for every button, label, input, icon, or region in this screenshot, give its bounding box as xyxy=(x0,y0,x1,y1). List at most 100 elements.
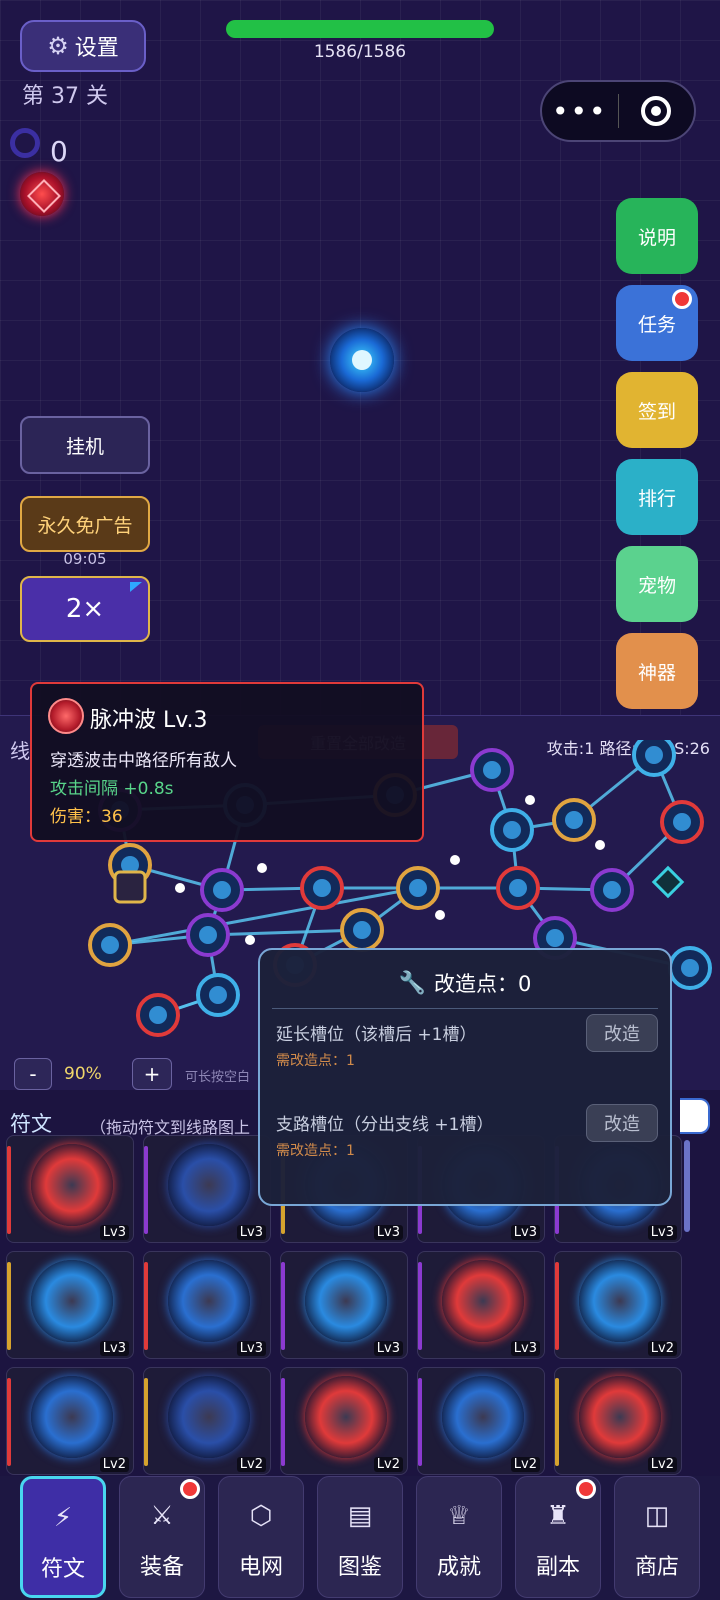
circuit-node-core xyxy=(409,879,427,897)
rune-level: Lv2 xyxy=(647,1341,677,1356)
rune-slot[interactable]: Lv3 xyxy=(6,1251,134,1359)
power-source-icon[interactable] xyxy=(113,870,147,904)
circuit-hint: 可长按空白 xyxy=(185,1070,251,1085)
rune-slot[interactable]: Lv3 xyxy=(6,1135,134,1243)
rarity-stripe xyxy=(144,1378,148,1466)
rarity-stripe xyxy=(7,1378,11,1466)
nav-tab-sword[interactable]: ⚔ 装备 xyxy=(119,1476,205,1598)
settings-button[interactable]: ⚙ 设置 xyxy=(20,20,146,72)
rarity-stripe xyxy=(418,1378,422,1466)
rune-section-title: 符文 xyxy=(10,1112,52,1136)
zoom-out-button[interactable]: - xyxy=(14,1058,52,1090)
speed-button[interactable]: 2× xyxy=(20,576,150,642)
modify-button[interactable]: 改造 xyxy=(586,1104,658,1142)
nav-tab-label: 符文 xyxy=(40,1557,85,1582)
circuit-junction xyxy=(450,855,460,865)
rune-icon xyxy=(168,1144,250,1226)
speed-label: 2× xyxy=(65,594,105,624)
gear-icon: ⚙ xyxy=(47,32,69,60)
modal-header: 🔧 改造点：0 xyxy=(260,968,670,998)
hp-bar-fill xyxy=(226,20,494,38)
nav-tab-castle[interactable]: ♜ 副本 xyxy=(515,1476,601,1598)
rune-slot[interactable]: Lv2 xyxy=(417,1367,545,1475)
rune-level: Lv3 xyxy=(373,1341,403,1356)
side-menu-button[interactable]: 排行 xyxy=(616,459,698,535)
rarity-stripe xyxy=(555,1262,559,1350)
notification-dot xyxy=(672,289,692,309)
zoom-in-button[interactable]: + xyxy=(132,1058,172,1090)
circuit-node-core xyxy=(565,811,583,829)
side-menu-button[interactable]: 宠物 xyxy=(616,546,698,622)
circuit-node-core xyxy=(483,761,501,779)
nav-tab-label: 成就 xyxy=(436,1555,481,1580)
notification-dot xyxy=(180,1479,200,1499)
rune-slot[interactable]: Lv3 xyxy=(417,1251,545,1359)
nav-tab-hexagon[interactable]: ⬡ 电网 xyxy=(218,1476,304,1598)
circuit-node-core xyxy=(353,921,371,939)
circuit-wire xyxy=(207,928,363,937)
ring-count: 0 xyxy=(50,135,68,168)
rune-level: Lv3 xyxy=(510,1341,540,1356)
rune-scrollbar[interactable] xyxy=(684,1140,690,1232)
side-menu-button[interactable]: 神器 xyxy=(616,633,698,709)
modal-divider xyxy=(272,1008,658,1009)
hp-bar xyxy=(226,20,494,38)
rune-icon xyxy=(31,1260,113,1342)
tooltip-interval: 攻击间隔 +0.8s xyxy=(50,779,174,799)
rarity-stripe xyxy=(555,1378,559,1466)
circuit-node-core xyxy=(509,879,527,897)
zoom-level: 90% xyxy=(64,1064,102,1084)
rune-icon xyxy=(579,1260,661,1342)
rune-slot[interactable]: Lv2 xyxy=(143,1367,271,1475)
rune-icon xyxy=(442,1376,524,1458)
tooltip-description: 穿透波击中路径所有敌人 xyxy=(50,751,237,771)
side-menu-button[interactable]: 签到 xyxy=(616,372,698,448)
circuit-end-diamond-icon xyxy=(651,865,685,899)
rune-level: Lv3 xyxy=(99,1225,129,1240)
rune-level: Lv3 xyxy=(236,1225,266,1240)
no-ads-button[interactable]: 永久免广告 xyxy=(20,496,150,552)
circuit-junction xyxy=(595,840,605,850)
rune-icon xyxy=(442,1260,524,1342)
rune-slot[interactable]: Lv2 xyxy=(554,1367,682,1475)
rune-slot[interactable]: Lv2 xyxy=(554,1251,682,1359)
idle-button[interactable]: 挂机 xyxy=(20,416,150,474)
more-options-icon[interactable]: ••• xyxy=(542,95,618,128)
rune-level: Lv3 xyxy=(99,1341,129,1356)
circuit-node-core xyxy=(503,821,521,839)
rune-slot[interactable]: Lv2 xyxy=(6,1367,134,1475)
trophy-icon: ♕ xyxy=(447,1501,471,1531)
mini-program-capsule: ••• xyxy=(540,80,696,142)
rarity-stripe xyxy=(281,1378,285,1466)
rarity-stripe xyxy=(418,1262,422,1350)
close-target-icon[interactable] xyxy=(619,96,695,126)
circuit-junction xyxy=(175,883,185,893)
sword-icon: ⚔ xyxy=(150,1501,174,1531)
nav-tab-lightning[interactable]: ⚡ 符文 xyxy=(20,1476,106,1598)
nav-tab-trophy[interactable]: ♕ 成就 xyxy=(416,1476,502,1598)
nav-tab-label: 电网 xyxy=(238,1555,283,1580)
lightning-icon: ⚡ xyxy=(53,1503,73,1533)
hexagon-icon: ⬡ xyxy=(249,1501,273,1531)
circuit-node-core xyxy=(681,959,699,977)
rune-level: Lv2 xyxy=(99,1457,129,1472)
nav-tab-book[interactable]: ▤ 图鉴 xyxy=(317,1476,403,1598)
circuit-node-core xyxy=(645,746,663,764)
rune-icon xyxy=(31,1376,113,1458)
ad-timer: 09:05 xyxy=(63,550,107,568)
side-menu-button[interactable]: 说明 xyxy=(616,198,698,274)
rune-slot[interactable]: Lv3 xyxy=(143,1135,271,1243)
nav-tab-shop-bag[interactable]: ◫ 商店 xyxy=(614,1476,700,1598)
modify-button[interactable]: 改造 xyxy=(586,1014,658,1052)
side-menu-button[interactable]: 任务 xyxy=(616,285,698,361)
rune-level: Lv2 xyxy=(373,1457,403,1472)
circuit-node-core xyxy=(673,813,691,831)
rune-slot[interactable]: Lv3 xyxy=(280,1251,408,1359)
circuit-node-core xyxy=(313,879,331,897)
rune-slot[interactable]: Lv3 xyxy=(143,1251,271,1359)
castle-icon: ♜ xyxy=(546,1501,570,1531)
confirm-button-clipped[interactable] xyxy=(680,1098,710,1134)
circuit-junction xyxy=(245,935,255,945)
modify-points-label: 改造点：0 xyxy=(434,972,532,996)
rune-slot[interactable]: Lv2 xyxy=(280,1367,408,1475)
